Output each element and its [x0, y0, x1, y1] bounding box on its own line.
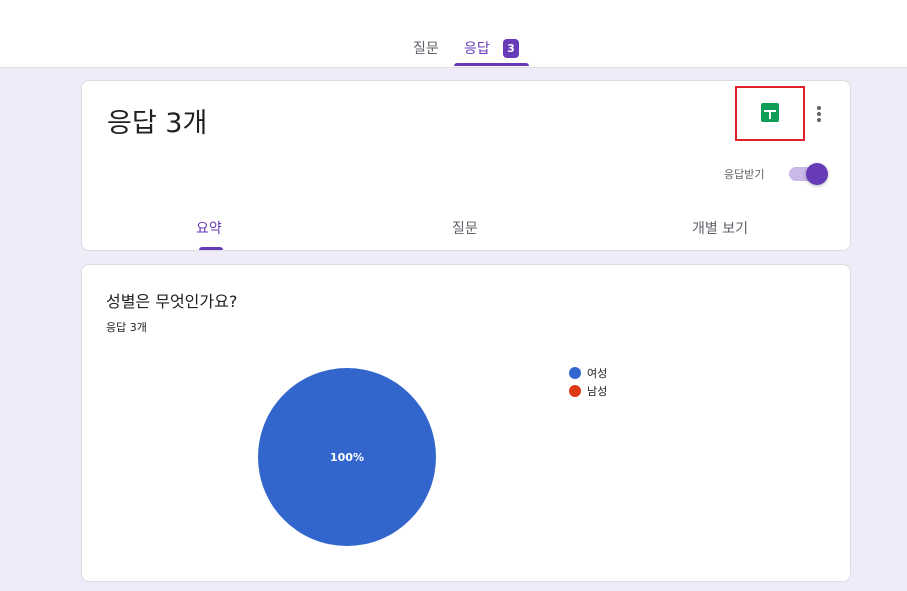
more-dot	[817, 112, 821, 116]
active-tab-indicator	[454, 63, 529, 66]
legend-swatch	[569, 385, 581, 397]
accepting-responses-label: 응답받기	[724, 168, 765, 181]
response-count-badge: 3	[503, 39, 519, 58]
toggle-thumb	[806, 163, 828, 185]
summary-tab-indicator	[199, 247, 223, 250]
more-vertical-icon[interactable]	[809, 103, 829, 125]
sheets-icon-vertical-bar	[769, 110, 771, 119]
accepting-responses-toggle[interactable]	[789, 163, 829, 185]
responses-header-card: 응답 3개 응답받기 요약 질문 개별 보기	[81, 80, 851, 251]
page-title: 응답 3개	[107, 108, 208, 139]
tab-question[interactable]: 질문	[452, 218, 478, 238]
tab-responses[interactable]: 응답	[464, 38, 490, 58]
more-dot	[817, 106, 821, 110]
question-title: 성별은 무엇인가요?	[106, 292, 238, 311]
tab-summary[interactable]: 요약	[196, 218, 222, 238]
legend-label: 남성	[587, 385, 608, 398]
legend-swatch	[569, 367, 581, 379]
legend-label: 여성	[587, 367, 608, 380]
google-sheets-icon[interactable]	[761, 103, 779, 122]
question-summary-card: 성별은 무엇인가요? 응답 3개 100% 여성 남성	[81, 264, 851, 582]
pie-chart: 100%	[257, 367, 437, 547]
pie-data-label: 100%	[330, 451, 364, 464]
question-response-count: 응답 3개	[106, 321, 147, 334]
more-dot	[817, 118, 821, 122]
tab-individual[interactable]: 개별 보기	[692, 218, 748, 238]
tab-questions[interactable]: 질문	[413, 38, 439, 58]
top-navigation: 질문 응답 3	[0, 0, 907, 68]
